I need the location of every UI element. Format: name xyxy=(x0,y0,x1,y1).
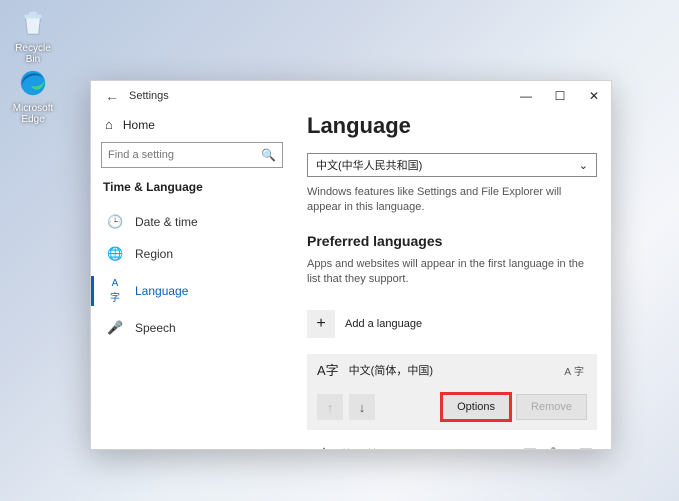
home-nav[interactable]: ⌂ Home xyxy=(101,111,283,142)
settings-window: ← Settings — ☐ ✕ ⌂ Home 🔍 Time & Languag… xyxy=(90,80,612,450)
preferred-languages-helper: Apps and websites will appear in the fir… xyxy=(307,257,587,287)
home-label: Home xyxy=(123,118,155,132)
globe-icon: 🌐 xyxy=(107,246,123,262)
move-down-button[interactable]: ↓ xyxy=(349,394,375,420)
desktop-icon-edge[interactable]: Microsoft Edge xyxy=(8,66,58,125)
main-panel: Language 中文(中华人民共和国) ⌄ Windows features … xyxy=(293,111,611,449)
language-features-icons: ⌨ 🎤 ✎ ⌨ xyxy=(523,448,595,449)
back-button[interactable]: ← xyxy=(101,88,123,104)
search-box[interactable]: 🔍 xyxy=(101,142,283,168)
add-language-button[interactable]: + Add a language xyxy=(307,304,597,344)
section-heading: Time & Language xyxy=(101,180,283,194)
search-icon: 🔍 xyxy=(261,148,276,162)
language-name: 英语(美国) xyxy=(341,446,392,449)
clock-icon: 🕒 xyxy=(107,214,123,230)
maximize-button[interactable]: ☐ xyxy=(543,81,577,111)
mic-icon: 🎤 xyxy=(107,320,123,336)
move-up-button[interactable]: ↑ xyxy=(317,394,343,420)
remove-button: Remove xyxy=(516,394,587,420)
preferred-languages-heading: Preferred languages xyxy=(307,233,597,249)
add-language-label: Add a language xyxy=(345,318,422,330)
options-button[interactable]: Options xyxy=(442,394,510,420)
nav-label: Region xyxy=(135,247,173,261)
desktop-icon-label: Recycle Bin xyxy=(8,43,58,65)
page-heading: Language xyxy=(307,113,597,139)
display-language-dropdown[interactable]: 中文(中华人民共和国) ⌄ xyxy=(307,153,597,177)
nav-label: Speech xyxy=(135,321,176,335)
nav-label: Date & time xyxy=(135,215,198,229)
nav-speech[interactable]: 🎤 Speech xyxy=(101,312,283,344)
language-name: 中文(简体，中国) xyxy=(349,362,433,378)
language-icon: A字 xyxy=(107,278,123,304)
nav-label: Language xyxy=(135,284,188,298)
language-card-selected[interactable]: A字 中文(简体，中国) A字 ↑ ↓ Options Remove xyxy=(307,354,597,430)
language-card[interactable]: A字 英语(美国) ⌨ 🎤 ✎ ⌨ xyxy=(307,438,597,449)
home-icon: ⌂ xyxy=(105,117,113,132)
nav-language[interactable]: A字 Language xyxy=(101,270,283,312)
close-button[interactable]: ✕ xyxy=(577,81,611,111)
minimize-button[interactable]: — xyxy=(509,81,543,111)
recycle-bin-icon xyxy=(16,6,50,40)
language-features-icons: A字 xyxy=(564,363,587,378)
language-glyph-icon: A字 xyxy=(309,444,331,449)
dropdown-value: 中文(中华人民共和国) xyxy=(316,157,422,173)
window-title: Settings xyxy=(129,90,169,102)
edge-icon xyxy=(16,66,50,100)
titlebar: ← Settings — ☐ ✕ xyxy=(91,81,611,111)
desktop-icon-recycle-bin[interactable]: Recycle Bin xyxy=(8,6,58,65)
window-controls: — ☐ ✕ xyxy=(509,81,611,111)
display-language-helper: Windows features like Settings and File … xyxy=(307,185,587,215)
language-glyph-icon: A字 xyxy=(317,364,339,377)
chevron-down-icon: ⌄ xyxy=(579,159,588,172)
sidebar: ⌂ Home 🔍 Time & Language 🕒 Date & time 🌐… xyxy=(91,111,293,449)
desktop-icon-label: Microsoft Edge xyxy=(8,103,58,125)
nav-region[interactable]: 🌐 Region xyxy=(101,238,283,270)
search-input[interactable] xyxy=(108,149,261,161)
plus-icon: + xyxy=(307,310,335,338)
nav-date-time[interactable]: 🕒 Date & time xyxy=(101,206,283,238)
